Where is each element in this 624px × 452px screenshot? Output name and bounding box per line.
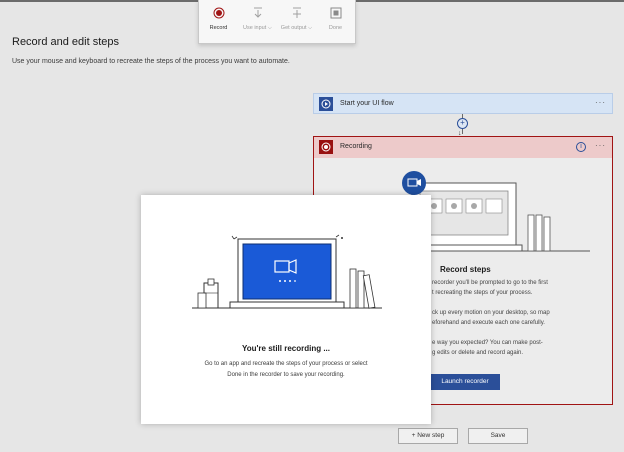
dialog-title: You're still recording ... xyxy=(242,344,330,353)
more-options-icon[interactable]: ··· xyxy=(595,98,606,107)
insert-step-button[interactable]: + xyxy=(457,118,468,129)
page-title: Record and edit steps xyxy=(12,36,120,48)
start-ui-flow-label: Start your UI flow xyxy=(340,100,394,107)
record-steps-title: Record steps xyxy=(440,265,491,274)
laptop-illustration xyxy=(192,234,382,309)
new-step-button[interactable]: + New step xyxy=(398,428,458,444)
recording-icon xyxy=(319,140,333,154)
input-icon xyxy=(253,7,262,18)
dialog-text-line-2: Done in the recorder to save your record… xyxy=(227,372,345,378)
recorder-toolbar: Record Use input ⌵ Get output ⌵ Done xyxy=(198,0,356,44)
record-label: Record xyxy=(209,25,228,31)
record-steps-line-5: e way you expected? You can make post- xyxy=(432,340,543,346)
get-output-label: Get output ⌵ xyxy=(280,25,313,31)
recording-header[interactable]: Recording i ··· xyxy=(314,137,612,158)
done-label: Done xyxy=(328,25,343,31)
use-input-button[interactable]: Use input ⌵ xyxy=(238,0,277,44)
record-steps-line-6: g edits or delete and record again. xyxy=(432,350,524,356)
more-options-icon[interactable]: ··· xyxy=(595,141,606,150)
ui-flow-icon xyxy=(319,97,333,111)
get-output-button[interactable]: Get output ⌵ xyxy=(277,0,316,44)
record-button[interactable]: Record xyxy=(199,0,238,44)
page-description: Use your mouse and keyboard to recreate … xyxy=(12,58,290,65)
record-steps-line-3: ck up every motion on your desktop, so m… xyxy=(432,310,550,316)
record-steps-line-1: recorder you'll be prompted to go to the… xyxy=(432,280,548,286)
record-steps-line-4: eforehand and execute each one carefully… xyxy=(432,320,545,326)
dialog-text-line-1: Go to an app and recreate the steps of y… xyxy=(204,361,368,367)
output-icon xyxy=(292,7,301,18)
stop-icon xyxy=(330,7,341,19)
start-ui-flow-card[interactable]: Start your UI flow ··· xyxy=(313,93,613,114)
use-input-label: Use input ⌵ xyxy=(243,25,272,31)
recording-label: Recording xyxy=(340,143,372,150)
save-button[interactable]: Save xyxy=(468,428,528,444)
still-recording-dialog: You're still recording ... Go to an app … xyxy=(141,195,431,424)
record-steps-line-2: t recreating the steps of your process. xyxy=(432,290,533,296)
launch-recorder-button[interactable]: Launch recorder xyxy=(430,374,500,390)
record-icon xyxy=(213,7,224,19)
info-icon[interactable]: i xyxy=(576,142,586,152)
done-button[interactable]: Done xyxy=(316,0,355,44)
